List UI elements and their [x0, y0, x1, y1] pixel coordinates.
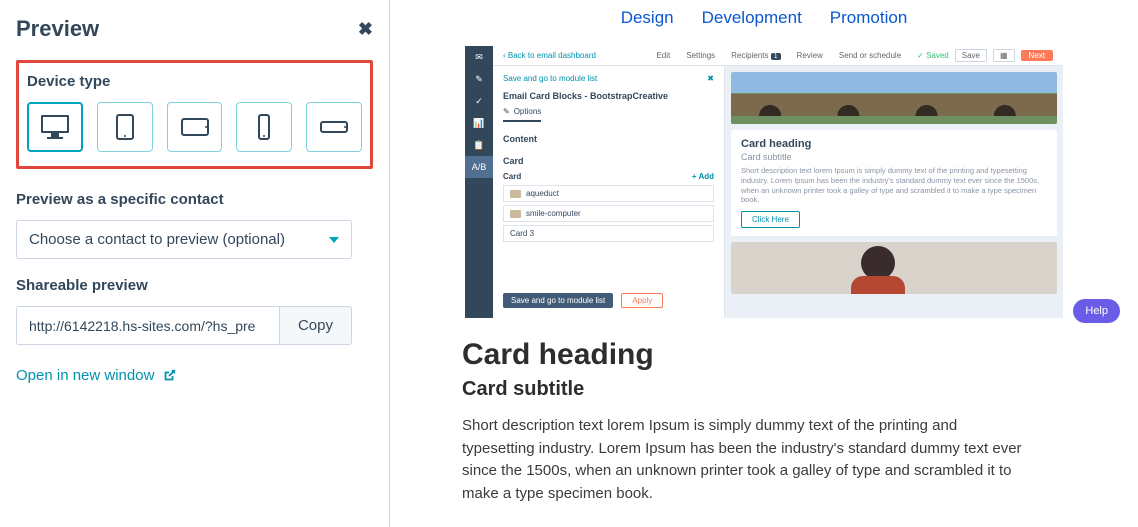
nav-ab-icon[interactable]: A/B: [465, 156, 493, 178]
open-new-window-link[interactable]: Open in new window: [16, 367, 373, 384]
editor-screenshot: ✉ ✎ ✓ 📊 📋 A/B ‹ Back to email dashboard …: [465, 46, 1063, 318]
card1-heading: Card heading: [741, 138, 1047, 150]
toptab-review[interactable]: Review: [797, 51, 823, 60]
contact-select[interactable]: Choose a contact to preview (optional): [16, 220, 352, 259]
card-item-smile-computer[interactable]: smile-computer: [503, 205, 714, 222]
back-link[interactable]: ‹ Back to email dashboard: [503, 51, 596, 60]
editor-sidenav: ✉ ✎ ✓ 📊 📋 A/B: [465, 46, 493, 318]
device-phone-portrait[interactable]: [236, 102, 292, 152]
panel-title: Preview: [16, 16, 99, 42]
nav-clip-icon[interactable]: 📋: [465, 134, 493, 156]
contact-label: Preview as a specific contact: [16, 191, 373, 208]
tab-development[interactable]: Development: [702, 8, 802, 28]
options-tab[interactable]: ✎Options: [503, 107, 541, 122]
nav-check-icon[interactable]: ✓: [465, 90, 493, 112]
tab-promotion[interactable]: Promotion: [830, 8, 907, 28]
contact-placeholder: Choose a contact to preview (optional): [29, 231, 285, 248]
preview-panel: Preview ✖ Device type: [0, 0, 390, 527]
card1-desc: Short description text lorem Ipsum is si…: [741, 166, 1047, 205]
card-heading: Card: [503, 156, 714, 166]
toptab-settings[interactable]: Settings: [686, 51, 715, 60]
enlarged-subtitle: Card subtitle: [462, 378, 1022, 401]
save-button[interactable]: Save: [955, 49, 987, 62]
saved-indicator: ✓ Saved: [917, 51, 949, 60]
toptab-edit[interactable]: Edit: [656, 51, 670, 60]
help-button[interactable]: Help: [1073, 299, 1120, 323]
device-tablet-portrait[interactable]: [97, 102, 153, 152]
tab-design[interactable]: Design: [621, 8, 674, 28]
device-phone-landscape[interactable]: [306, 102, 362, 152]
hero-image: [731, 72, 1057, 124]
chevron-down-icon: [329, 237, 339, 243]
preview-card-1: Card heading Card subtitle Short descrip…: [731, 130, 1057, 236]
enlarged-heading: Card heading: [462, 338, 1022, 372]
enlarged-card: Card heading Card subtitle Short descrip…: [462, 338, 1022, 505]
save-go-button[interactable]: Save and go to module list: [503, 293, 613, 308]
share-label: Shareable preview: [16, 277, 373, 294]
preview-card-2-image: [731, 242, 1057, 294]
card-item-3[interactable]: Card 3: [503, 225, 714, 242]
card1-subtitle: Card subtitle: [741, 152, 1047, 162]
toptab-send[interactable]: Send or schedule: [839, 51, 901, 60]
nav-mail-icon[interactable]: ✉: [465, 46, 493, 68]
copy-button[interactable]: Copy: [279, 306, 352, 345]
device-type-label: Device type: [27, 73, 362, 90]
apply-button[interactable]: Apply: [621, 293, 663, 308]
card1-cta[interactable]: Click Here: [741, 211, 800, 228]
device-tablet-landscape[interactable]: [167, 102, 223, 152]
card-item-aqueduct[interactable]: aqueduct: [503, 185, 714, 202]
share-url-input[interactable]: [16, 306, 279, 345]
close-icon[interactable]: ✖: [358, 19, 373, 40]
next-button[interactable]: Next: [1021, 50, 1053, 61]
module-panel: Save and go to module list ✖ Email Card …: [493, 66, 725, 318]
device-desktop[interactable]: [27, 102, 83, 152]
content-heading: Content: [503, 134, 714, 144]
toptab-recipients[interactable]: Recipients 1: [731, 51, 781, 60]
device-type-section: Device type: [16, 60, 373, 169]
nav-edit-icon[interactable]: ✎: [465, 68, 493, 90]
grid-icon[interactable]: ▦: [993, 49, 1015, 62]
open-label: Open in new window: [16, 367, 154, 384]
right-column: Design Development Promotion ✉ ✎ ✓ 📊 📋 A…: [390, 0, 1138, 527]
email-preview: Card heading Card subtitle Short descrip…: [725, 66, 1063, 318]
card-sub-label: Card: [503, 172, 521, 181]
close-icon[interactable]: ✖: [707, 74, 714, 83]
enlarged-desc: Short description text lorem Ipsum is si…: [462, 415, 1022, 505]
external-link-icon: [162, 369, 176, 383]
save-back-link[interactable]: Save and go to module list: [503, 74, 597, 83]
add-card-link[interactable]: + Add: [692, 172, 714, 181]
nav-chart-icon[interactable]: 📊: [465, 112, 493, 134]
module-title: Email Card Blocks - BootstrapCreative: [503, 91, 714, 101]
